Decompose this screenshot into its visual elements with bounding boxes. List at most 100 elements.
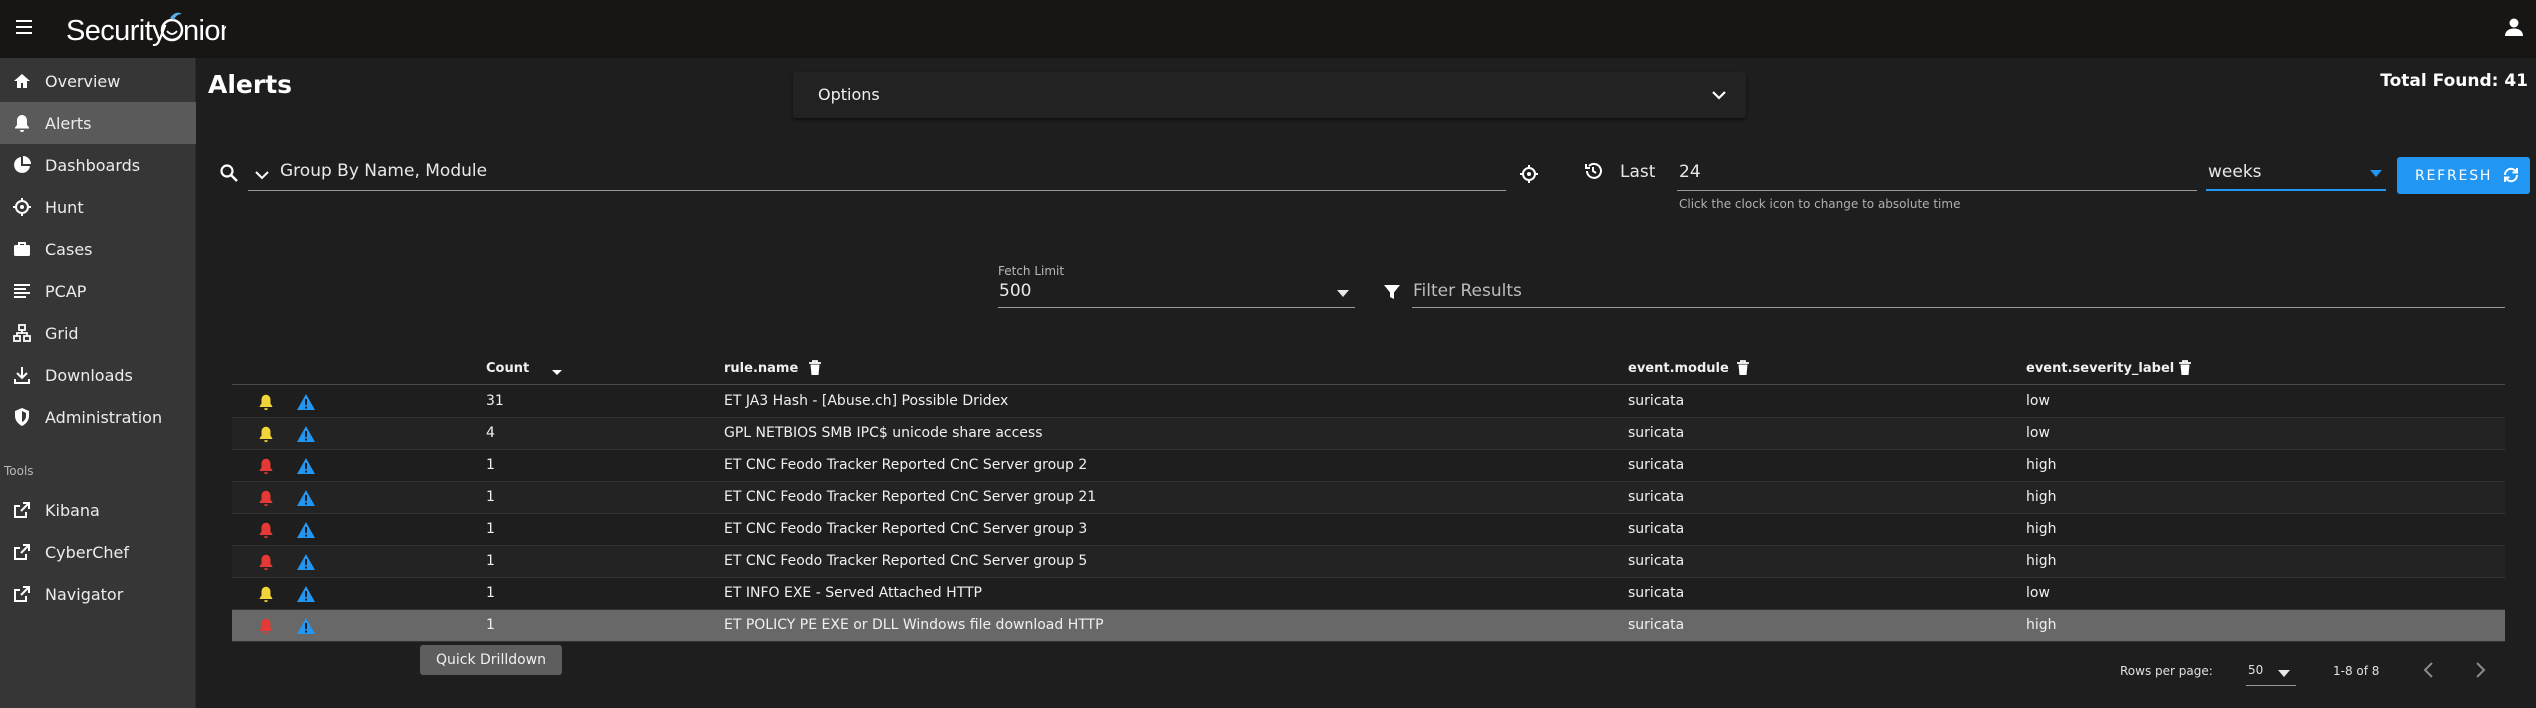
bell-icon[interactable]	[257, 585, 275, 603]
filter-results-input[interactable]: Filter Results	[1412, 276, 2505, 308]
cell-severity: high	[2026, 553, 2057, 569]
cell-severity: low	[2026, 393, 2050, 409]
history-clock-icon[interactable]	[1583, 161, 1603, 181]
sidebar-item-dashboards[interactable]: Dashboards	[0, 144, 196, 186]
sidebar-item-label: Dashboards	[45, 155, 141, 175]
warning-triangle-icon[interactable]	[296, 457, 316, 475]
sidebar-item-label: Overview	[45, 71, 121, 91]
quick-drilldown-tooltip: Quick Drilldown	[420, 645, 562, 675]
table-row[interactable]: 31 ET JA3 Hash - [Abuse.ch] Possible Drid…	[232, 386, 2505, 418]
bell-icon[interactable]	[257, 393, 275, 411]
security-onion-logo[interactable]: Security nion	[66, 10, 226, 46]
trash-icon[interactable]	[806, 358, 824, 378]
cell-rule-name: ET CNC Feodo Tracker Reported CnC Server…	[724, 553, 1088, 569]
sidebar-item-administration[interactable]: Administration	[0, 396, 196, 438]
sidebar-item-pcap[interactable]: PCAP	[0, 270, 196, 312]
menu-icon[interactable]	[14, 17, 34, 37]
cell-event-module: suricata	[1628, 521, 1685, 537]
cell-count: 1	[486, 617, 495, 633]
fetch-limit-select[interactable]: 500	[998, 278, 1355, 308]
column-header-rule-name[interactable]: rule.name	[724, 361, 798, 376]
cell-rule-name: ET CNC Feodo Tracker Reported CnC Server…	[724, 489, 1097, 505]
table-row[interactable]: 1 ET CNC Feodo Tracker Reported CnC Serve…	[232, 514, 2505, 546]
sidebar-item-grid[interactable]: Grid	[0, 312, 196, 354]
warning-triangle-icon[interactable]	[296, 425, 316, 443]
cell-severity: high	[2026, 489, 2057, 505]
time-unit-select[interactable]: weeks	[2206, 156, 2386, 191]
trash-icon[interactable]	[1734, 358, 1752, 378]
bell-icon[interactable]	[257, 425, 275, 443]
cell-severity: high	[2026, 617, 2057, 633]
svg-text:Security: Security	[66, 15, 167, 46]
search-icon[interactable]	[219, 163, 239, 183]
svg-text:nion: nion	[183, 15, 226, 46]
sidebar-item-downloads[interactable]: Downloads	[0, 354, 196, 396]
cell-count: 1	[486, 489, 495, 505]
bell-icon[interactable]	[257, 457, 275, 475]
chevron-right-icon[interactable]	[2470, 660, 2490, 680]
pie-chart-icon	[14, 156, 31, 173]
warning-triangle-icon[interactable]	[296, 521, 316, 539]
sidebar-nav: Overview Alerts Dashboards Hunt Cases PC…	[0, 58, 196, 708]
column-header-count[interactable]: Count	[486, 361, 529, 376]
cell-count: 1	[486, 585, 495, 601]
list-icon	[14, 284, 30, 298]
cell-rule-name: ET INFO EXE - Served Attached HTTP	[724, 585, 982, 601]
sidebar-item-overview[interactable]: Overview	[0, 60, 196, 102]
table-row[interactable]: 1 ET CNC Feodo Tracker Reported CnC Serve…	[232, 482, 2505, 514]
tools-heading: Tools	[4, 464, 34, 478]
sidebar-item-kibana[interactable]: Kibana	[0, 489, 196, 531]
crosshair-icon[interactable]	[1519, 164, 1539, 184]
column-header-severity[interactable]: event.severity_label	[2026, 361, 2174, 376]
page-title: Alerts	[208, 70, 293, 99]
table-row[interactable]: 4 GPL NETBIOS SMB IPC$ unicode share acce…	[232, 418, 2505, 450]
sort-descending-icon[interactable]	[548, 360, 566, 380]
warning-triangle-icon[interactable]	[296, 393, 316, 411]
chevron-down-icon[interactable]	[254, 167, 270, 183]
table-row[interactable]: 1 ET CNC Feodo Tracker Reported CnC Serve…	[232, 546, 2505, 578]
cell-rule-name: ET CNC Feodo Tracker Reported CnC Server…	[724, 521, 1088, 537]
sidebar-item-label: Downloads	[45, 365, 133, 385]
trash-icon[interactable]	[2176, 358, 2194, 378]
refresh-button[interactable]: REFRESH	[2397, 157, 2530, 194]
sidebar-item-navigator[interactable]: Navigator	[0, 573, 196, 615]
time-unit-value: weeks	[2208, 162, 2262, 182]
bell-icon[interactable]	[257, 617, 275, 635]
bell-icon[interactable]	[257, 489, 275, 507]
table-row[interactable]: 1 ET POLICY PE EXE or DLL Windows file do…	[232, 610, 2505, 642]
sidebar-item-label: Hunt	[45, 197, 84, 217]
warning-triangle-icon[interactable]	[296, 489, 316, 507]
sidebar-item-cases[interactable]: Cases	[0, 228, 196, 270]
sidebar-item-cyberchef[interactable]: CyberChef	[0, 531, 196, 573]
external-link-icon	[14, 586, 30, 602]
sidebar-item-label: Alerts	[45, 113, 92, 133]
cell-event-module: suricata	[1628, 489, 1685, 505]
query-value: Group By Name, Module	[280, 161, 488, 181]
home-icon	[14, 74, 30, 88]
rows-per-page-label: Rows per page:	[2120, 664, 2213, 678]
chevron-left-icon[interactable]	[2419, 660, 2439, 680]
cell-rule-name: ET CNC Feodo Tracker Reported CnC Server…	[724, 457, 1088, 473]
duration-hint: Click the clock icon to change to absolu…	[1679, 197, 1961, 211]
query-input[interactable]: Group By Name, Module	[248, 156, 1506, 191]
bell-icon[interactable]	[257, 553, 275, 571]
duration-input[interactable]: 24	[1677, 156, 2197, 191]
fetch-limit-value: 500	[999, 281, 1032, 301]
shield-icon	[15, 408, 29, 426]
options-panel[interactable]: Options	[793, 72, 1746, 118]
rows-per-page-select[interactable]: 50	[2246, 658, 2296, 686]
warning-triangle-icon[interactable]	[296, 553, 316, 571]
warning-triangle-icon[interactable]	[296, 617, 316, 635]
sidebar-item-hunt[interactable]: Hunt	[0, 186, 196, 228]
user-account-icon[interactable]	[2502, 15, 2526, 39]
sidebar-item-alerts[interactable]: Alerts	[0, 102, 196, 144]
cell-event-module: suricata	[1628, 585, 1685, 601]
table-row[interactable]: 1 ET INFO EXE - Served Attached HTTP suric…	[232, 578, 2505, 610]
warning-triangle-icon[interactable]	[296, 585, 316, 603]
cell-event-module: suricata	[1628, 457, 1685, 473]
cell-severity: high	[2026, 457, 2057, 473]
cell-event-module: suricata	[1628, 553, 1685, 569]
table-row[interactable]: 1 ET CNC Feodo Tracker Reported CnC Serve…	[232, 450, 2505, 482]
bell-icon[interactable]	[257, 521, 275, 539]
column-header-event-module[interactable]: event.module	[1628, 361, 1729, 376]
